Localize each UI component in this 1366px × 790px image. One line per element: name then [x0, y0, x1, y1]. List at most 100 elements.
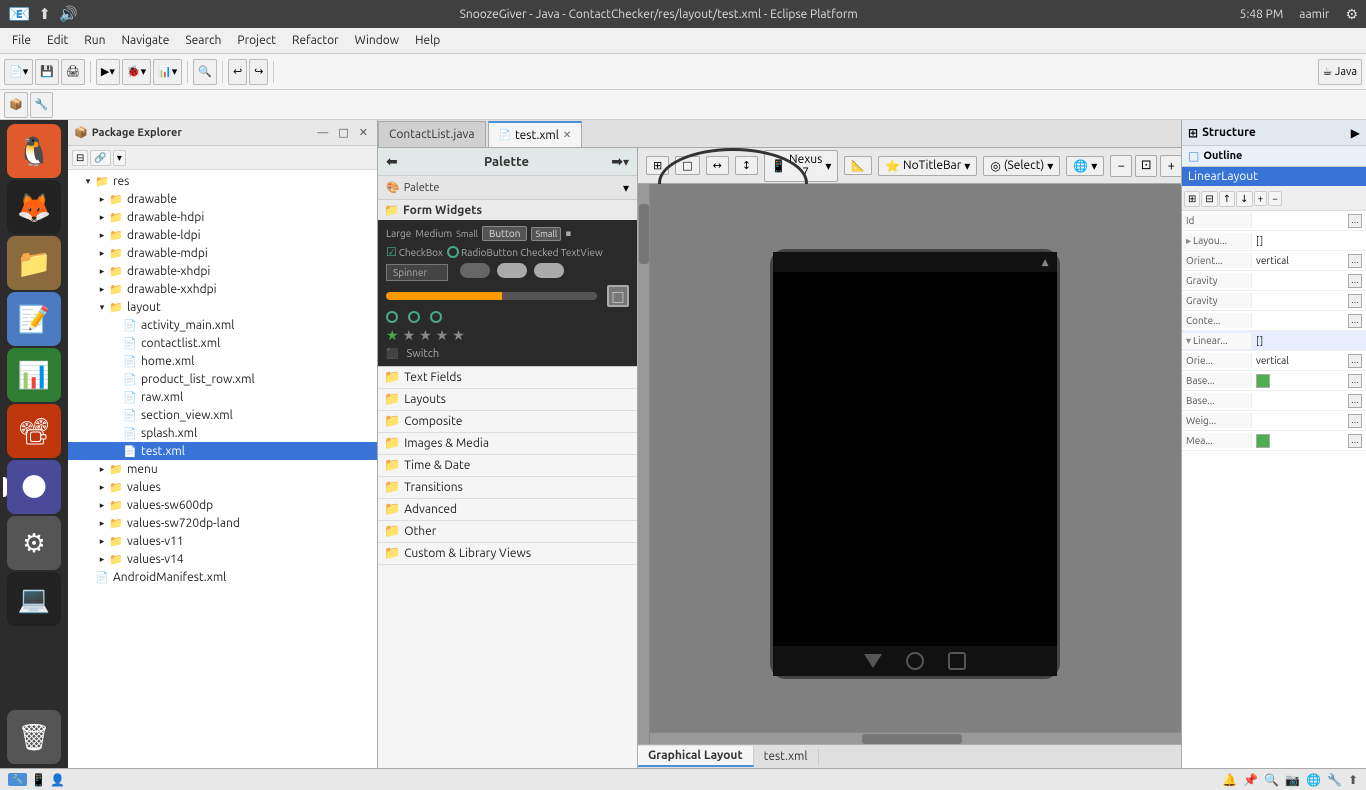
dock-spreadsheet[interactable]: 📊: [7, 348, 61, 402]
hscroll-thumb[interactable]: [862, 734, 962, 744]
print-btn[interactable]: 🖨: [61, 59, 85, 85]
tree-item-drawable-ldpi[interactable]: ▸ 📁 drawable-ldpi: [68, 226, 377, 244]
palette-sub-arrow[interactable]: ▾: [623, 181, 629, 195]
prop-value-id[interactable]: …: [1252, 212, 1366, 230]
prop-btn5[interactable]: +: [1254, 191, 1268, 206]
tree-item-res[interactable]: ▾ 📁 res: [68, 172, 377, 190]
home-btn[interactable]: [906, 652, 924, 670]
canvas-layout-btn[interactable]: ⊞: [646, 156, 669, 175]
search-btn[interactable]: 🔍: [193, 59, 217, 85]
expand-structure-icon[interactable]: ▶: [1351, 126, 1360, 140]
dock-firefox[interactable]: 🦊: [7, 180, 61, 234]
tree-item-drawable-mdpi[interactable]: ▸ 📁 drawable-mdpi: [68, 244, 377, 262]
menu-file[interactable]: File: [4, 32, 39, 49]
prop-btn2[interactable]: ⊟: [1201, 191, 1217, 207]
palette-cat-composite[interactable]: 📁 Composite: [378, 411, 637, 433]
tree-item-drawable-hdpi[interactable]: ▸ 📁 drawable-hdpi: [68, 208, 377, 226]
prop-value-orient[interactable]: vertical …: [1252, 252, 1366, 270]
menu-navigate[interactable]: Navigate: [113, 32, 177, 49]
prop-value-conte[interactable]: …: [1252, 312, 1366, 330]
tree-item-contactlist[interactable]: ▸ 📄 contactlist.xml: [68, 334, 377, 352]
tree-item-layout[interactable]: ▾ 📁 layout: [68, 298, 377, 316]
dock-ubuntu[interactable]: 🐧: [7, 124, 61, 178]
palette-collapse-icon[interactable]: ▾: [623, 155, 629, 169]
tree-item-drawable-xxhdpi[interactable]: ▸ 📁 drawable-xxhdpi: [68, 280, 377, 298]
vscroll-thumb[interactable]: [639, 204, 649, 264]
canvas-resize-btn[interactable]: ↕: [735, 156, 758, 175]
prop-more-orie[interactable]: …: [1348, 354, 1362, 368]
prop-more-orient[interactable]: …: [1348, 254, 1362, 268]
perspective-java[interactable]: ☕ Java: [1318, 59, 1362, 85]
tree-item-values-v14[interactable]: ▸ 📁 values-v14: [68, 550, 377, 568]
maximize-pe-btn[interactable]: □: [335, 125, 351, 140]
menu-edit[interactable]: Edit: [39, 32, 76, 49]
dock-libreoffice-writer[interactable]: 📝: [7, 292, 61, 346]
prop-value-base1[interactable]: …: [1252, 372, 1366, 390]
run-btn[interactable]: ▶▾: [96, 59, 120, 85]
prop-btn6[interactable]: −: [1268, 191, 1282, 206]
toolbar2-btn2[interactable]: 🔧: [30, 92, 54, 118]
prop-value-weig[interactable]: …: [1252, 412, 1366, 430]
palette-cat-other[interactable]: 📁 Other: [378, 521, 637, 543]
dock-eclipse[interactable]: 🌑: [7, 460, 61, 514]
tree-item-product-list-row[interactable]: ▸ 📄 product_list_row.xml: [68, 370, 377, 388]
locale-btn[interactable]: 🌐 ▾: [1066, 156, 1104, 176]
palette-cat-images-media[interactable]: 📁 Images & Media: [378, 433, 637, 455]
menu-window[interactable]: Window: [347, 32, 407, 49]
debug-btn[interactable]: 🐞▾: [122, 59, 151, 85]
tree-item-test-xml[interactable]: ▸ 📄 test.xml: [68, 442, 377, 460]
prop-btn4[interactable]: ↓: [1236, 191, 1252, 207]
prop-value-base2[interactable]: …: [1252, 392, 1366, 410]
dock-terminal[interactable]: 💻: [7, 572, 61, 626]
tab-xml-source[interactable]: test.xml: [754, 747, 819, 766]
palette-cat-time-date[interactable]: 📁 Time & Date: [378, 455, 637, 477]
dock-trash[interactable]: 🗑: [7, 710, 61, 764]
palette-cat-layouts[interactable]: 📁 Layouts: [378, 389, 637, 411]
canvas-content[interactable]: ▲ ↖: [638, 184, 1181, 744]
tree-item-drawable-xhdpi[interactable]: ▸ 📁 drawable-xhdpi: [68, 262, 377, 280]
pe-menu-btn[interactable]: ▾: [113, 150, 126, 166]
prop-more-mea[interactable]: …: [1348, 434, 1362, 448]
tab-contactlist[interactable]: ContactList.java: [378, 121, 486, 147]
tree-item-drawable[interactable]: ▸ 📁 drawable: [68, 190, 377, 208]
device-selector-btn[interactable]: 📱 Nexus 7 ▾: [764, 150, 838, 182]
activity-selector-btn[interactable]: ◎ (Select) ▾: [983, 156, 1060, 176]
prop-btn1[interactable]: ⊞: [1184, 191, 1200, 207]
link-editor-btn[interactable]: 🔗: [90, 150, 110, 166]
back-btn[interactable]: [864, 654, 882, 668]
close-pe-btn[interactable]: ✕: [356, 125, 371, 140]
tree-item-values[interactable]: ▸ 📁 values: [68, 478, 377, 496]
zoom-in-btn[interactable]: +: [1160, 155, 1181, 177]
prop-more-id[interactable]: …: [1348, 214, 1362, 228]
save-btn[interactable]: 💾: [35, 59, 59, 85]
settings-icon[interactable]: ⚙: [1345, 6, 1358, 23]
prop-btn3[interactable]: ↑: [1219, 191, 1235, 207]
zoom-fit-btn[interactable]: ⊡: [1135, 155, 1157, 177]
tree-item-splash[interactable]: ▸ 📄 splash.xml: [68, 424, 377, 442]
menu-project[interactable]: Project: [229, 32, 284, 49]
menu-help[interactable]: Help: [407, 32, 448, 49]
undo-btn[interactable]: ↩: [228, 59, 247, 85]
tree-item-raw[interactable]: ▸ 📄 raw.xml: [68, 388, 377, 406]
prop-value-gravity2[interactable]: …: [1252, 292, 1366, 310]
tree-item-values-sw720dp-land[interactable]: ▸ 📁 values-sw720dp-land: [68, 514, 377, 532]
tree-item-activity-main[interactable]: ▸ 📄 activity_main.xml: [68, 316, 377, 334]
tab-graphical-layout[interactable]: Graphical Layout: [638, 746, 754, 767]
prop-more-base1[interactable]: …: [1348, 374, 1362, 388]
palette-cat-transitions[interactable]: 📁 Transitions: [378, 477, 637, 499]
prop-value-mea[interactable]: …: [1252, 432, 1366, 450]
palette-cat-text-fields[interactable]: 📁 Text Fields: [378, 367, 637, 389]
canvas-expand-btn[interactable]: ↔: [706, 156, 729, 175]
theme-selector-btn[interactable]: ⭐ NoTitleBar ▾: [878, 156, 977, 176]
menu-run[interactable]: Run: [76, 32, 113, 49]
prop-more-weig[interactable]: …: [1348, 414, 1362, 428]
prop-value-orie[interactable]: vertical …: [1252, 352, 1366, 370]
tree-item-menu[interactable]: ▸ 📁 menu: [68, 460, 377, 478]
prop-more-gravity1[interactable]: …: [1348, 274, 1362, 288]
expand-linear-icon[interactable]: ▾: [1186, 335, 1191, 346]
screen-size-btn[interactable]: 📐: [844, 156, 872, 175]
prop-more-conte[interactable]: …: [1348, 314, 1362, 328]
tree-item-values-sw600dp[interactable]: ▸ 📁 values-sw600dp: [68, 496, 377, 514]
structure-linearlayout[interactable]: LinearLayout: [1182, 167, 1366, 187]
prop-value-gravity1[interactable]: …: [1252, 272, 1366, 290]
